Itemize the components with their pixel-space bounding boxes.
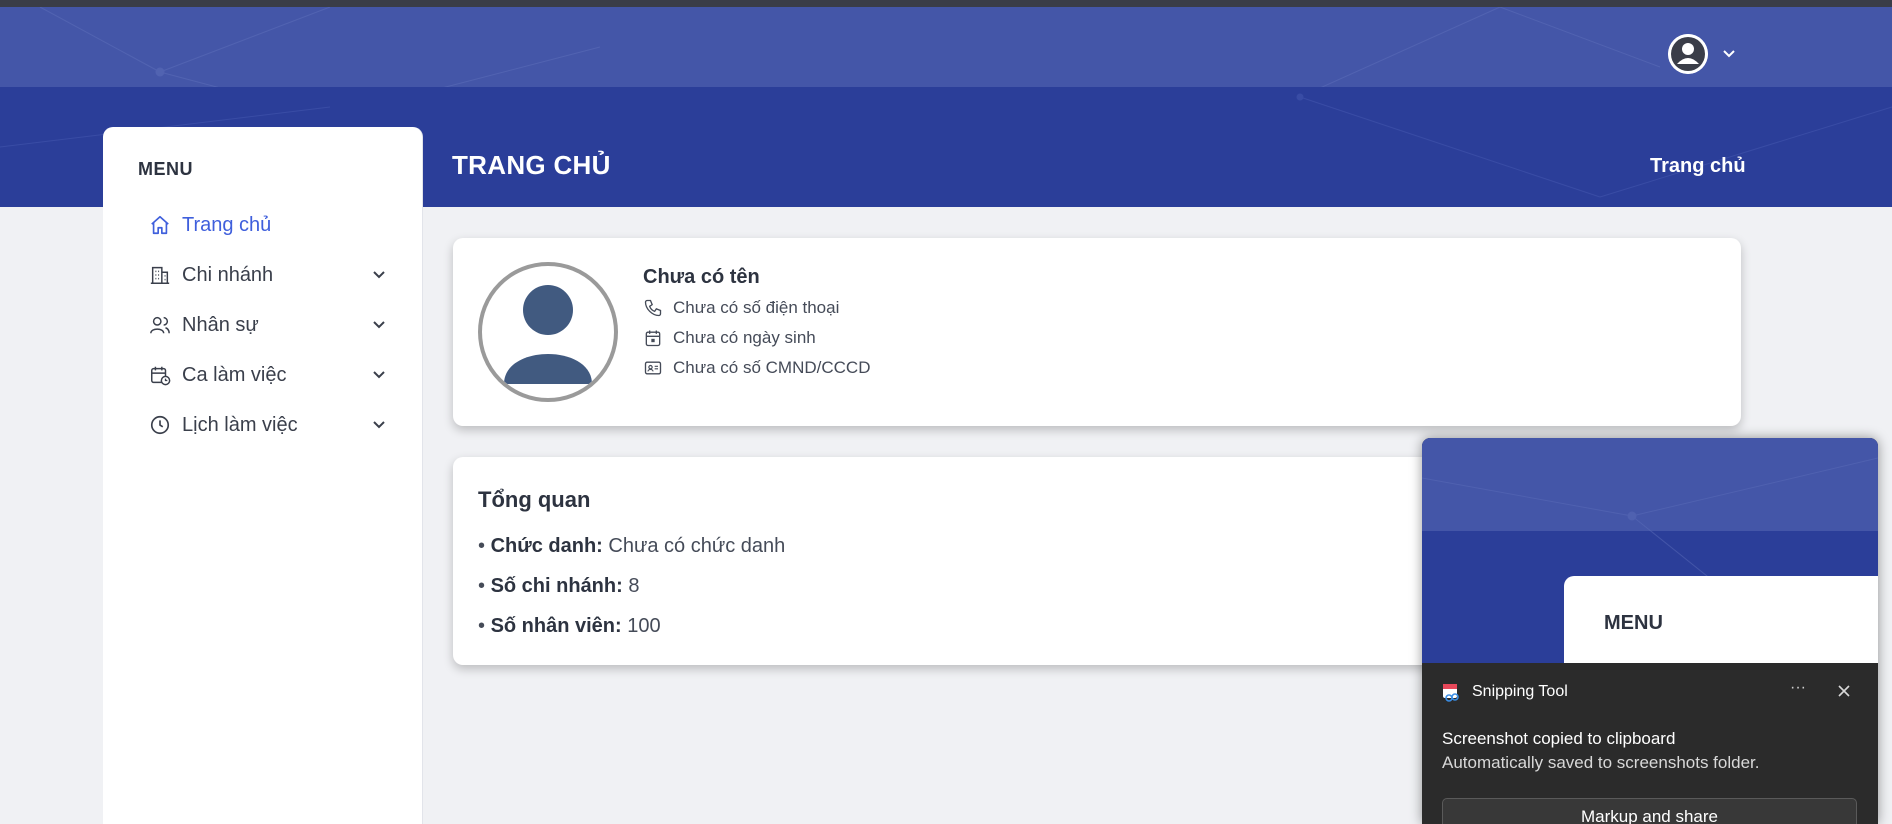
chevron-down-icon[interactable] xyxy=(370,416,388,434)
snipping-tool-notification[interactable]: MENU Snipping Tool ··· Screenshot copied… xyxy=(1422,438,1878,824)
sidebar-item-staff[interactable]: Nhân sự xyxy=(148,307,388,343)
chevron-down-icon[interactable] xyxy=(370,266,388,284)
top-navbar xyxy=(0,7,1892,87)
overview-row: • Số nhân viên: 100 xyxy=(478,615,661,637)
building-icon xyxy=(148,263,172,287)
sidebar-item-label: Chi nhánh xyxy=(182,263,274,286)
chevron-down-icon[interactable] xyxy=(370,316,388,334)
user-silhouette-icon xyxy=(504,285,592,384)
profile-idcard-row: Chưa có số CMND/CCCD xyxy=(643,358,870,378)
window-top-strip xyxy=(0,0,1892,7)
clock-icon xyxy=(148,413,172,437)
snipping-tool-icon xyxy=(1443,684,1459,702)
notification-subtitle: Automatically saved to screenshots folde… xyxy=(1442,753,1760,772)
profile-birthday: Chưa có ngày sinh xyxy=(673,328,816,347)
home-icon xyxy=(148,213,172,237)
notification-body: Snipping Tool ··· Screenshot copied to c… xyxy=(1422,663,1878,824)
sidebar-item-home[interactable]: Trang chủ xyxy=(148,207,388,243)
overview-row-label: Số nhân viên: xyxy=(490,615,622,637)
user-icon xyxy=(1668,34,1708,74)
profile-phone: Chưa có số điện thoại xyxy=(673,298,840,317)
notification-app-name: Snipping Tool xyxy=(1472,683,1568,700)
overview-row-value: Chưa có chức danh xyxy=(608,535,786,557)
sidebar-item-label: Ca làm việc xyxy=(182,363,287,386)
calendar-clock-icon xyxy=(148,363,172,387)
sidebar: MENU Trang chủ Chi nhánh Nhân sự Ca làm … xyxy=(103,127,423,824)
sidebar-item-shifts[interactable]: Ca làm việc xyxy=(148,357,388,393)
sidebar-item-label: Nhân sự xyxy=(182,313,259,336)
sidebar-item-label: Lịch làm việc xyxy=(182,413,298,436)
close-icon[interactable] xyxy=(1832,679,1856,703)
sidebar-item-label: Trang chủ xyxy=(182,213,272,236)
menu-label: MENU xyxy=(138,159,193,179)
more-options-button[interactable]: ··· xyxy=(1784,679,1812,703)
page-title: TRANG CHỦ xyxy=(452,150,611,180)
sidebar-item-schedule[interactable]: Lịch làm việc xyxy=(148,407,388,443)
breadcrumb[interactable]: Trang chủ xyxy=(1650,155,1746,178)
network-background-pattern xyxy=(39,7,1661,87)
preview-menu-label: MENU xyxy=(1604,612,1663,634)
overview-title: Tổng quan xyxy=(478,487,591,512)
notification-title: Screenshot copied to clipboard xyxy=(1442,729,1676,748)
markup-and-share-button[interactable]: Markup and share xyxy=(1442,798,1857,824)
profile-name: Chưa có tên xyxy=(643,266,760,288)
overview-row-value: 8 xyxy=(628,575,640,597)
id-card-icon xyxy=(644,361,662,375)
profile-avatar xyxy=(478,262,618,402)
overview-row-label: Số chi nhánh: xyxy=(490,575,623,597)
phone-icon xyxy=(644,299,662,317)
user-avatar-button[interactable] xyxy=(1668,34,1708,74)
chevron-down-icon[interactable] xyxy=(1720,45,1738,63)
profile-card: Chưa có tên Chưa có số điện thoại Chưa c… xyxy=(453,238,1741,426)
users-icon xyxy=(148,313,172,337)
overview-row: • Số chi nhánh: 8 xyxy=(478,575,640,597)
calendar-icon xyxy=(645,330,661,347)
overview-row: • Chức danh: Chưa có chức danh xyxy=(478,535,786,557)
sidebar-item-branches[interactable]: Chi nhánh xyxy=(148,257,388,293)
chevron-down-icon[interactable] xyxy=(370,366,388,384)
profile-birthday-row: Chưa có ngày sinh xyxy=(643,328,816,348)
overview-row-value: 100 xyxy=(627,615,661,637)
screenshot-preview-thumbnail[interactable]: MENU xyxy=(1422,438,1878,663)
overview-row-label: Chức danh: xyxy=(490,535,603,557)
profile-idcard: Chưa có số CMND/CCCD xyxy=(673,358,871,377)
profile-phone-row: Chưa có số điện thoại xyxy=(643,298,839,318)
